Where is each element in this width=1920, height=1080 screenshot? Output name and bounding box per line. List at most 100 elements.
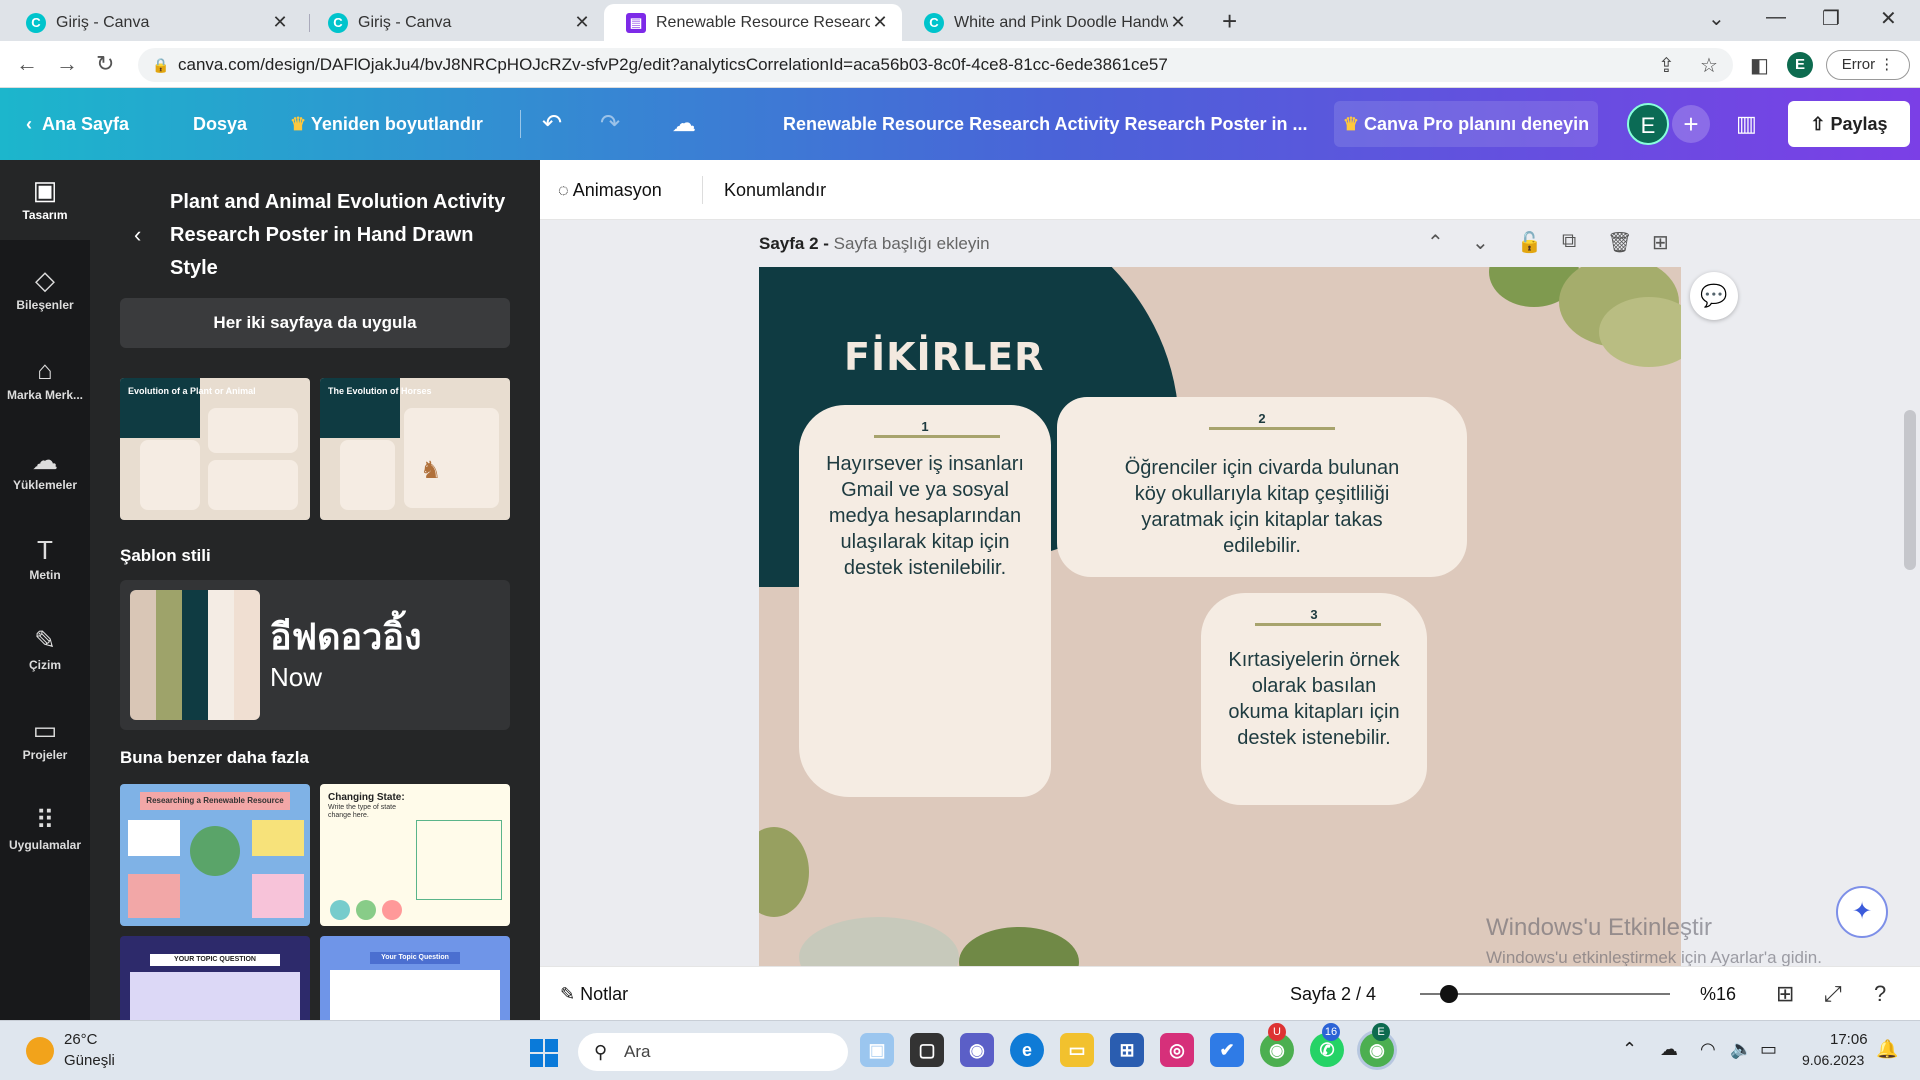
share-page-icon[interactable]: ⇪ (1658, 53, 1675, 78)
close-tab-icon[interactable]: ✕ (572, 12, 592, 33)
similar-template-thumbnail[interactable]: Researching a Renewable Resource (120, 784, 310, 926)
taskbar-search[interactable]: ⚲ Ara (578, 1033, 848, 1071)
file-explorer-icon[interactable]: ▣ (860, 1033, 894, 1067)
forward-icon[interactable]: → (56, 51, 78, 77)
weather-temperature[interactable]: 26°C (64, 1031, 98, 1048)
insights-chart-icon[interactable]: ▥ (1736, 88, 1757, 160)
weather-description[interactable]: Güneşli (64, 1052, 115, 1069)
wifi-icon[interactable]: ◠ (1700, 1039, 1716, 1060)
move-page-down-icon[interactable]: ⌄ (1472, 230, 1489, 255)
document-title[interactable]: Renewable Resource Research Activity Res… (783, 88, 1308, 160)
back-chevron-icon[interactable]: ‹ (134, 222, 141, 248)
tray-chevron-icon[interactable]: ⌃ (1622, 1039, 1637, 1060)
volume-icon[interactable]: 🔈 (1730, 1039, 1752, 1060)
store-app-icon[interactable]: ⊞ (1110, 1033, 1144, 1067)
battery-icon[interactable]: ▭ (1760, 1039, 1777, 1060)
vertical-scrollbar[interactable] (1904, 410, 1916, 570)
sidebar-toggle-icon[interactable]: ◧ (1750, 53, 1769, 78)
page-counter[interactable]: Sayfa 2 / 4 (1290, 967, 1376, 1021)
template-page-thumbnail[interactable]: The Evolution of Horses ♞ (320, 378, 510, 520)
rail-item-draw[interactable]: ✎ Çizim (0, 610, 90, 690)
share-button[interactable]: ⇧ Paylaş (1788, 101, 1910, 147)
duplicate-page-icon[interactable]: ⧉ (1562, 230, 1576, 253)
grid-view-icon[interactable]: ⊞ (1776, 967, 1794, 1021)
redo-icon[interactable]: ↷ (600, 88, 620, 160)
idea-card-3[interactable]: 3 Kırtasiyelerin örnek olarak basılan ok… (1201, 593, 1427, 805)
zoom-slider-handle[interactable] (1440, 985, 1458, 1003)
page-title[interactable]: Sayfa 2 - Sayfa başlığı ekleyin (759, 234, 990, 254)
tab-search-icon[interactable]: ⌄ (1708, 6, 1725, 31)
new-tab-icon[interactable]: + (1222, 6, 1237, 37)
url-field[interactable]: 🔒 canva.com/design/DAFlOjakJu4/bvJ8NRCpH… (138, 48, 1733, 82)
clock-date[interactable]: 9.06.2023 (1802, 1052, 1864, 1068)
idea-card-1[interactable]: 1 Hayırsever iş insanları Gmail ve ya so… (799, 405, 1051, 797)
template-style-card[interactable]: อีฟดอวอิ้ง Now (120, 580, 510, 730)
close-tab-icon[interactable]: ✕ (870, 12, 890, 33)
restore-icon[interactable]: ❐ (1822, 6, 1840, 31)
page-heading[interactable]: FİKİRLER (844, 335, 1044, 379)
similar-template-thumbnail[interactable]: Your Topic Question (320, 936, 510, 1020)
idea-card-2[interactable]: 2 Öğrenciler için civarda bulunan köy ok… (1057, 397, 1467, 577)
lock-icon[interactable]: 🔒 (152, 48, 169, 82)
todo-app-icon[interactable]: ✔ (1210, 1033, 1244, 1067)
edge-browser-icon[interactable]: e (1010, 1033, 1044, 1067)
style-font-sample-thai: อีฟดอวอิ้ง (270, 617, 422, 658)
add-comment-icon[interactable]: 💬 (1690, 272, 1738, 320)
lock-page-icon[interactable]: 🔓 (1517, 230, 1542, 255)
browser-tab[interactable]: C Giriş - Canva ✕ (306, 4, 604, 41)
instagram-icon[interactable]: ◎ (1160, 1033, 1194, 1067)
rail-item-projects[interactable]: ▭ Projeler (0, 700, 90, 780)
design-page[interactable]: FİKİRLER 1 Hayırsever iş insanları Gmail… (759, 267, 1681, 966)
help-icon[interactable]: ? (1874, 967, 1886, 1021)
file-menu[interactable]: Dosya (193, 88, 247, 160)
reload-icon[interactable]: ↻ (96, 51, 114, 77)
clock-time[interactable]: 17:06 (1830, 1031, 1868, 1048)
add-page-icon[interactable]: ⊞ (1652, 230, 1669, 255)
undo-icon[interactable]: ↶ (542, 88, 562, 160)
error-button[interactable]: Error ⋮ (1826, 50, 1910, 80)
rail-item-elements[interactable]: ◇ Bileşenler (0, 250, 90, 330)
similar-template-thumbnail[interactable]: Changing State: Write the type of state … (320, 784, 510, 926)
add-collaborator-icon[interactable]: + (1672, 105, 1710, 143)
close-tab-icon[interactable]: ✕ (270, 12, 290, 33)
task-view-icon[interactable]: ▢ (910, 1033, 944, 1067)
move-page-up-icon[interactable]: ⌃ (1427, 230, 1444, 255)
resize-button[interactable]: ♛ Yeniden boyutlandır (290, 88, 483, 160)
close-tab-icon[interactable]: ✕ (1168, 12, 1188, 33)
weather-sun-icon[interactable] (26, 1037, 54, 1065)
teams-chat-icon[interactable]: ◉ (960, 1033, 994, 1067)
rail-item-uploads[interactable]: ☁ Yüklemeler (0, 430, 90, 510)
template-page-thumbnail[interactable]: Evolution of a Plant or Animal (120, 378, 310, 520)
bookmark-star-icon[interactable]: ☆ (1700, 53, 1718, 78)
zoom-level[interactable]: %16 (1700, 967, 1736, 1021)
notification-icon[interactable]: 🔔 (1876, 1039, 1898, 1060)
fullscreen-icon[interactable]: ⤢ (1824, 967, 1842, 1021)
rail-item-apps[interactable]: ⠿ Uygulamalar (0, 790, 90, 870)
browser-tab[interactable]: C Giriş - Canva ✕ (4, 4, 302, 41)
magic-sparkle-icon[interactable]: ✦ (1836, 886, 1888, 938)
similar-template-thumbnail[interactable]: YOUR TOPIC QUESTION (120, 936, 310, 1020)
apply-both-pages-button[interactable]: Her iki sayfaya da uygula (120, 298, 510, 348)
delete-page-icon[interactable]: 🗑 (1607, 230, 1632, 255)
windows-start-icon[interactable] (530, 1039, 558, 1067)
folder-app-icon[interactable]: ▭ (1060, 1033, 1094, 1067)
close-window-icon[interactable]: ✕ (1880, 6, 1897, 31)
rail-item-text[interactable]: T Metin (0, 520, 90, 600)
rail-item-brand[interactable]: ⌂ Marka Merk... (0, 340, 90, 420)
animation-button[interactable]: ◌ Animasyon (558, 160, 662, 220)
notes-button[interactable]: ✎ Notlar (560, 967, 628, 1021)
cloud-saved-icon[interactable]: ☁ (672, 88, 696, 160)
browser-tab[interactable]: C White and Pink Doodle Handwrit ✕ (902, 4, 1200, 41)
browser-tab-active[interactable]: ▤ Renewable Resource Research Ac ✕ (604, 4, 902, 41)
card-text: Kırtasiyelerin örnek olarak basılan okum… (1228, 649, 1400, 749)
profile-avatar[interactable]: E (1787, 52, 1813, 78)
onedrive-icon[interactable]: ☁ (1660, 1039, 1678, 1060)
card-number: 3 (1310, 607, 1318, 622)
back-icon[interactable]: ← (16, 51, 38, 77)
minimize-icon[interactable]: — (1766, 6, 1786, 29)
try-pro-button[interactable]: ♛ Canva Pro planını deneyin (1334, 101, 1598, 147)
user-avatar[interactable]: E (1627, 103, 1669, 145)
position-button[interactable]: Konumlandır (724, 160, 826, 220)
rail-item-design[interactable]: ▣ Tasarım (0, 160, 90, 240)
home-button[interactable]: ‹ Ana Sayfa (26, 88, 129, 160)
